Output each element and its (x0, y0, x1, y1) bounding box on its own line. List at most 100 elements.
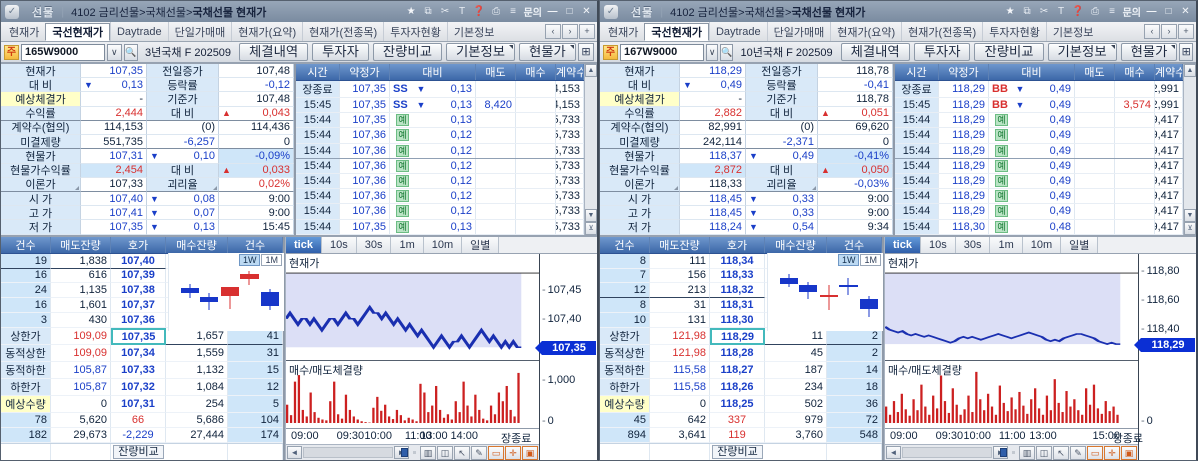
ask-price[interactable]: 107,37 (111, 298, 166, 314)
print-icon[interactable]: ⎙ (490, 6, 503, 17)
zoom-in-icon[interactable]: ✛ (1104, 445, 1120, 460)
zoom-slider[interactable] (401, 448, 416, 457)
interval-tab-일별[interactable]: 일별 (462, 236, 500, 253)
interval-tab-1m[interactable]: 1m (391, 236, 424, 253)
tab-Daytrade[interactable]: Daytrade (708, 22, 767, 41)
interval-tab-10m[interactable]: 10m (1022, 236, 1062, 253)
scroll-down-icon[interactable]: ▼ (1184, 208, 1196, 222)
bid-price[interactable]: 107,34 (111, 345, 166, 363)
tab-단일가매매[interactable]: 단일가매매 (766, 22, 831, 41)
scroll-track[interactable] (303, 447, 393, 458)
ask-price[interactable]: 118,31 (710, 298, 765, 314)
popout-icon[interactable]: ⧉ (1021, 6, 1034, 17)
chart-plot-column[interactable]: 현재가 매수/매도체결량 09:00 09:30 10:00 11:00 13:00 14… (286, 253, 540, 460)
tab-현재가[interactable]: 현재가 (602, 22, 644, 41)
scroll-up-icon[interactable]: ▲ (1184, 64, 1196, 77)
code-search-button[interactable]: 🔍 (123, 43, 139, 61)
inquiry-button[interactable]: 문의 (1123, 4, 1141, 19)
chart-plot-column[interactable]: 현재가 매수/매도체결량 09:00 09:30 10:00 11:00 13:00 15… (885, 253, 1143, 460)
기본정보-button[interactable]: 기본정보 (445, 43, 516, 61)
zoom-slider-thumb[interactable] (401, 448, 408, 457)
close-button[interactable]: ✕ (1179, 6, 1192, 17)
scroll-track[interactable] (902, 447, 992, 458)
pointer-icon[interactable]: ↖ (1053, 445, 1069, 460)
code-dropdown-button[interactable]: ∨ (107, 43, 122, 61)
link-icon[interactable]: ✂ (1038, 6, 1051, 17)
text-icon[interactable]: T (456, 6, 469, 17)
grid-layout-button[interactable]: ⊞ (1179, 43, 1193, 61)
tab-국선현재가[interactable]: 국선현재가 (45, 23, 110, 41)
tab-현재가(요약)[interactable]: 현재가(요약) (231, 22, 302, 41)
tab-투자자현황[interactable]: 투자자현황 (982, 22, 1046, 41)
maximize-button[interactable]: □ (1162, 6, 1175, 17)
bid-price[interactable]: 118,29 (710, 328, 765, 346)
ask-price[interactable]: 107,39 (111, 268, 166, 284)
투자자-button[interactable]: 투자자 (913, 43, 971, 61)
volume-chart-area[interactable]: 매수/매도체결량 (286, 361, 539, 429)
interval-tab-tick[interactable]: tick (885, 236, 921, 253)
pointer-icon[interactable]: ↖ (454, 445, 470, 460)
체결내역-button[interactable]: 체결내역 (239, 43, 309, 61)
favorite-icon[interactable]: ★ (1004, 6, 1017, 17)
depth-compare-button[interactable]: 잔량비교 (113, 445, 164, 459)
bid-price[interactable]: 118,27 (710, 362, 765, 380)
tab-국선현재가[interactable]: 국선현재가 (644, 23, 709, 41)
pen-icon[interactable]: ✎ (471, 445, 487, 460)
zoom-out-icon[interactable]: ▭ (1087, 445, 1103, 460)
minimize-button[interactable]: — (1145, 6, 1158, 17)
tooltip-icon[interactable]: ◫ (437, 445, 453, 460)
ask-price[interactable]: 118,30 (710, 313, 765, 329)
tab-next-icon[interactable]: › (1161, 24, 1177, 39)
interval-tab-10s[interactable]: 10s (920, 236, 956, 253)
잔량비교-button[interactable]: 잔량비교 (372, 43, 442, 61)
tab-현재가(전종목)[interactable]: 현재가(전종목) (901, 22, 982, 41)
tab-현재가(요약)[interactable]: 현재가(요약) (830, 22, 901, 41)
area-select-icon[interactable]: ▣ (522, 445, 538, 460)
zoom-slider-thumb[interactable] (1000, 448, 1007, 457)
ask-price[interactable]: 107,36 (111, 313, 166, 329)
tab-현재가[interactable]: 현재가 (3, 22, 45, 41)
tab-add-icon[interactable]: + (579, 24, 595, 39)
tab-투자자현황[interactable]: 투자자현황 (383, 22, 447, 41)
price-chart-area[interactable]: 현재가 (885, 254, 1138, 361)
bid-price[interactable]: 107,35 (111, 328, 166, 346)
scroll-up-icon[interactable]: ▲ (585, 64, 597, 77)
inquiry-button[interactable]: 문의 (524, 4, 542, 19)
tab-prev-icon[interactable]: ‹ (1144, 24, 1160, 39)
scroll-left-icon[interactable]: ◄ (886, 446, 901, 459)
chart-type-icon[interactable]: ▥ (1019, 445, 1035, 460)
tab-기본정보[interactable]: 기본정보 (446, 22, 500, 41)
tab-현재가(전종목)[interactable]: 현재가(전종목) (302, 22, 383, 41)
pen-icon[interactable]: ✎ (1070, 445, 1086, 460)
현물가-button[interactable]: 현물가 (1120, 43, 1178, 61)
grid-layout-button[interactable]: ⊞ (577, 43, 595, 61)
depth-compare-button[interactable]: 잔량비교 (712, 445, 763, 459)
link-icon[interactable]: ✂ (439, 6, 452, 17)
bid-price[interactable]: 118,26 (710, 379, 765, 397)
code-input[interactable] (21, 43, 105, 61)
maximize-button[interactable]: □ (563, 6, 576, 17)
tab-add-icon[interactable]: + (1178, 24, 1194, 39)
interval-tab-10s[interactable]: 10s (321, 236, 357, 253)
zoom-out-icon[interactable]: ▭ (488, 445, 504, 460)
ask-price[interactable]: 118,33 (710, 268, 765, 284)
ask-price[interactable]: 107,40 (111, 253, 166, 269)
bid-price[interactable]: 107,31 (111, 396, 166, 414)
현물가-button[interactable]: 현물가 (519, 43, 576, 61)
bid-price[interactable]: 107,33 (111, 362, 166, 380)
잔량비교-button[interactable]: 잔량비교 (974, 43, 1044, 61)
scroll-end-icon[interactable]: ⊻ (585, 221, 597, 235)
ask-price[interactable]: 118,32 (710, 283, 765, 299)
code-input[interactable] (620, 43, 704, 61)
bid-price[interactable]: 118,25 (710, 396, 765, 414)
volume-chart-area[interactable]: 매수/매도체결량 (885, 361, 1138, 429)
interval-tab-10m[interactable]: 10m (423, 236, 463, 253)
interval-tab-30s[interactable]: 30s (356, 236, 392, 253)
ask-price[interactable]: 107,38 (111, 283, 166, 299)
interval-tab-tick[interactable]: tick (286, 236, 322, 253)
close-button[interactable]: ✕ (580, 6, 593, 17)
area-select-icon[interactable]: ▣ (1121, 445, 1137, 460)
trades-scrollbar[interactable]: ▲ ▼ ⊻ (584, 64, 597, 235)
chart-type-icon[interactable]: ▥ (420, 445, 436, 460)
interval-tab-30s[interactable]: 30s (955, 236, 991, 253)
